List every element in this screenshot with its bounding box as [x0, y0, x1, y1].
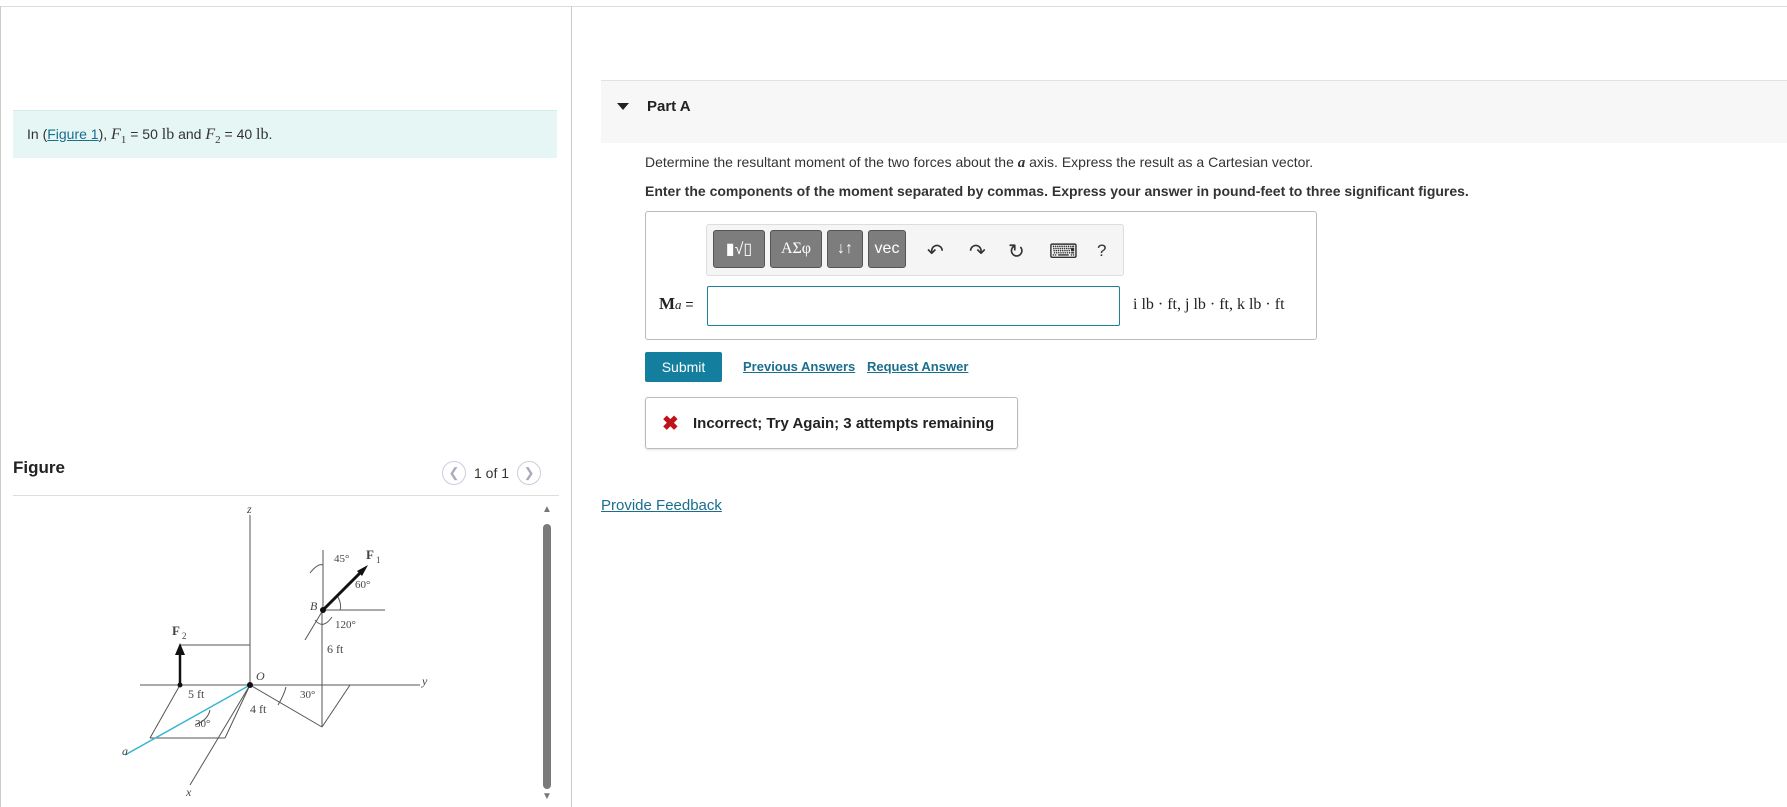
figure-title: Figure [13, 458, 65, 477]
chevron-left-icon: ❮ [448, 465, 460, 480]
f1-symbol: F [111, 126, 121, 143]
moment-answer-input[interactable] [707, 286, 1120, 326]
submit-button[interactable]: Submit [645, 352, 722, 382]
undo-icon[interactable]: ↶ [927, 239, 944, 264]
label-5ft: 5 ft [188, 687, 205, 701]
figure-pager: ❮ 1 of 1 ❯ [442, 460, 542, 486]
f1-unit: lb [161, 126, 175, 143]
left-border [0, 6, 1, 807]
label-4ft: 4 ft [250, 702, 267, 716]
math-toolbar: ▮√▯ ΑΣφ ↓↑ vec ↶ ↷ ↻ ⌨ ? [706, 224, 1124, 276]
collapse-triangle-icon[interactable] [617, 103, 629, 110]
label-6ft: 6 ft [327, 642, 344, 656]
chevron-right-icon: ❯ [523, 465, 535, 480]
answer-label: Ma = [659, 294, 694, 314]
label-b: B [310, 599, 318, 613]
prev-figure-button[interactable]: ❮ [442, 461, 466, 485]
incorrect-x-icon: ✖ [662, 413, 679, 435]
label-angle-30-right: 30° [300, 689, 315, 701]
arrows-button[interactable]: ↓↑ [827, 230, 863, 268]
label-angle-60: 60° [355, 579, 370, 591]
question-text: Determine the resultant moment of the tw… [645, 154, 1313, 172]
figure-link[interactable]: Figure 1 [47, 126, 98, 142]
question-post: axis. Express the result as a Cartesian … [1025, 154, 1314, 170]
figure-divider [13, 495, 559, 496]
provide-feedback-link[interactable]: Provide Feedback [601, 497, 722, 514]
templates-icon: ▮√▯ [725, 241, 753, 258]
label-o: O [256, 669, 265, 683]
label-z: z [246, 505, 252, 516]
part-a-header[interactable]: Part A [601, 80, 1787, 143]
intro-mid: and [174, 126, 206, 142]
label-f2-sub: 2 [182, 631, 187, 641]
greek-button[interactable]: ΑΣφ [770, 230, 822, 268]
figure-scrollbar[interactable]: ▲ ▼ [542, 504, 552, 807]
intro-prefix: In ( [27, 126, 48, 142]
question-instructions: Enter the components of the moment separ… [645, 183, 1469, 199]
scroll-up-icon[interactable]: ▲ [542, 504, 552, 515]
intro-end: . [268, 126, 273, 142]
part-title: Part A [647, 98, 691, 115]
help-icon[interactable]: ? [1097, 241, 1106, 261]
vec-label: vec [874, 240, 900, 257]
label-a: a [122, 744, 128, 758]
f2-eq: = 40 [220, 126, 257, 142]
intro-suffix: ), [98, 126, 112, 142]
answer-label-eq: = [681, 296, 694, 312]
scroll-thumb[interactable] [543, 524, 551, 789]
greek-icon: ΑΣφ [780, 240, 812, 257]
keyboard-icon[interactable]: ⌨ [1049, 239, 1078, 264]
reset-icon[interactable]: ↻ [1008, 239, 1025, 264]
scroll-down-icon[interactable]: ▼ [542, 791, 552, 802]
feedback-message: Incorrect; Try Again; 3 attempts remaini… [693, 415, 995, 432]
label-f2: F [172, 623, 180, 638]
figure-page-count: 1 of 1 [474, 465, 510, 481]
question-pre: Determine the resultant moment of the tw… [645, 154, 1018, 170]
label-angle-120: 120° [335, 619, 356, 631]
label-f1-sub: 1 [376, 555, 381, 565]
feedback-message-box: ✖ Incorrect; Try Again; 3 attempts remai… [645, 397, 1018, 449]
label-f1: F [366, 547, 374, 562]
vec-button[interactable]: vec [868, 230, 906, 268]
label-angle-30-left: 30° [195, 718, 210, 730]
answer-label-m: M [659, 294, 676, 313]
redo-icon[interactable]: ↷ [969, 239, 986, 264]
label-angle-45: 45° [334, 553, 349, 565]
label-x: x [185, 785, 192, 799]
next-figure-button[interactable]: ❯ [517, 461, 542, 485]
arrows-icon: ↓↑ [837, 240, 853, 257]
problem-intro: In (Figure 1), F1 = 50 lb and F2 = 40 lb… [13, 110, 557, 158]
top-border [0, 6, 1787, 7]
label-y: y [421, 674, 428, 688]
request-answer-link[interactable]: Request Answer [867, 359, 968, 374]
templates-button[interactable]: ▮√▯ [713, 230, 765, 268]
previous-answers-link[interactable]: Previous Answers [743, 359, 855, 374]
figure-diagram: z y x a F 1 F 2 B O 45° 60° 120° 30° 30°… [122, 505, 428, 799]
answer-units: i lb · ft, j lb · ft, k lb · ft [1133, 296, 1285, 313]
f1-eq: = 50 [126, 126, 162, 142]
panel-divider [571, 6, 572, 807]
f2-symbol: F [205, 126, 216, 143]
f2-unit: lb [256, 126, 269, 143]
